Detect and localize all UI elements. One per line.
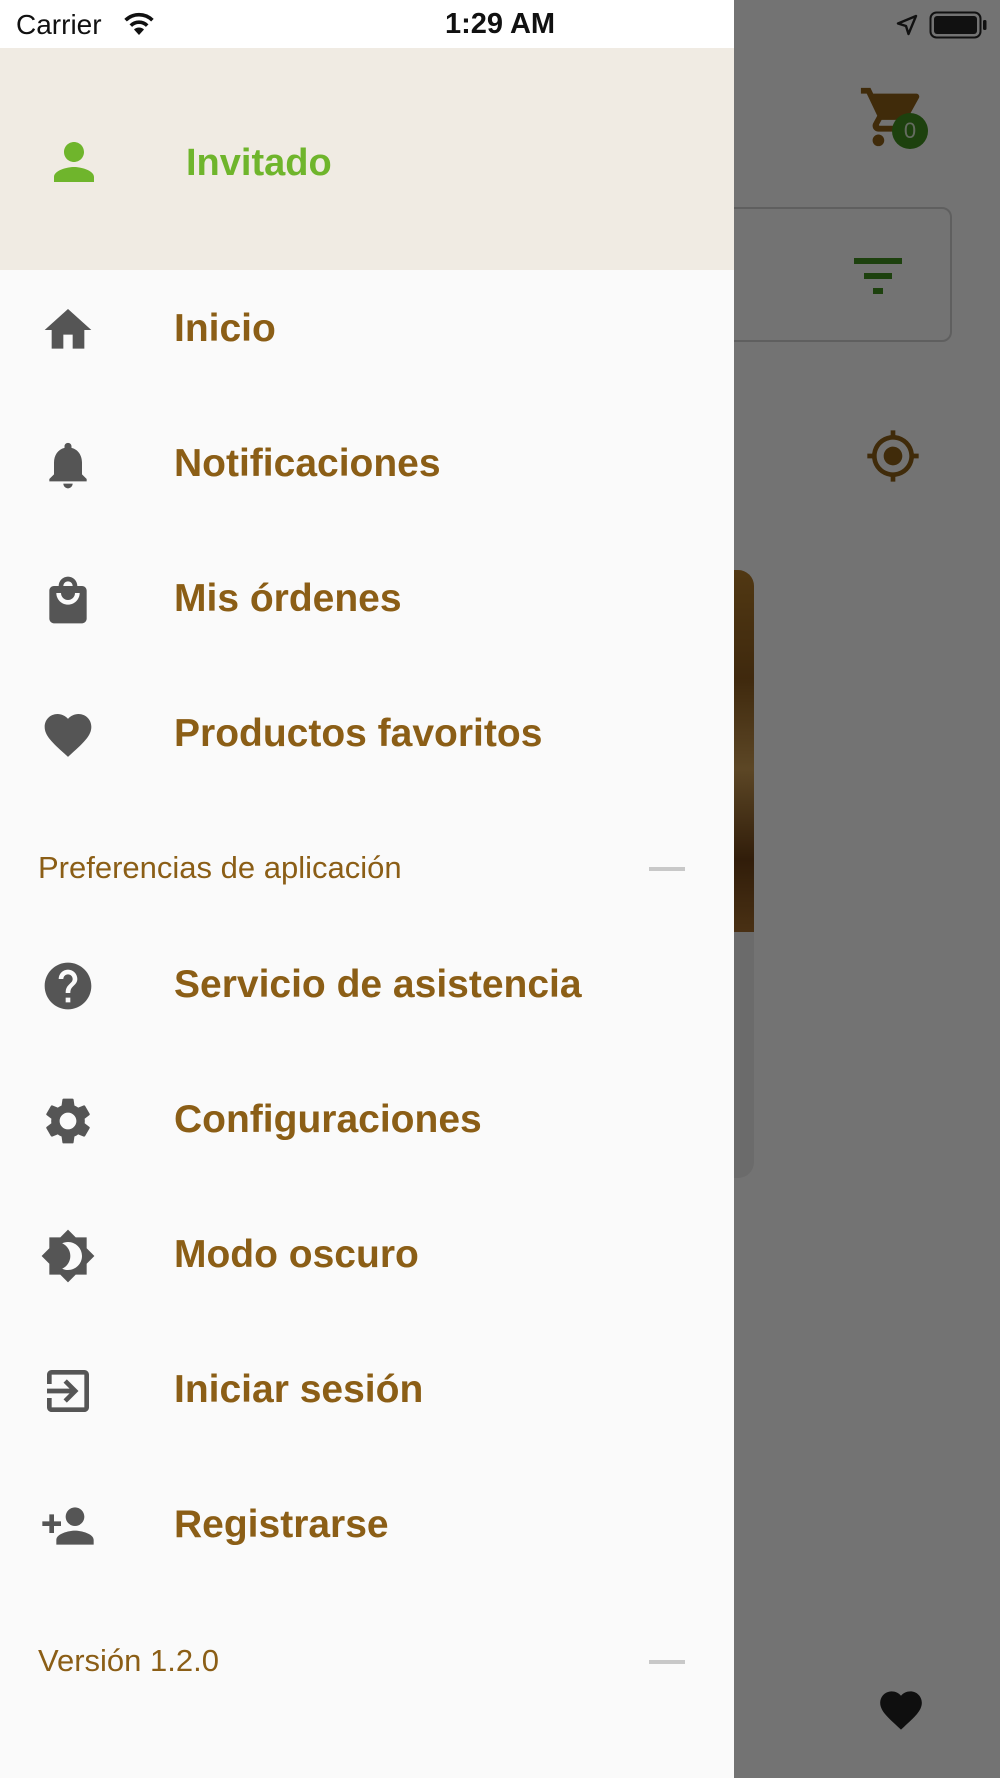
menu-item-modo-oscuro[interactable]: Modo oscuro [0, 1196, 734, 1316]
navigation-drawer: Invitado Inicio Notificaciones Mis órden… [0, 48, 734, 1778]
preferences-section-header[interactable]: Preferencias de aplicación [0, 828, 734, 908]
menu-label-notificaciones: Notificaciones [174, 442, 441, 485]
menu-item-registrarse[interactable]: Registrarse [0, 1466, 734, 1586]
menu-label-servicio-de-asistencia: Servicio de asistencia [174, 963, 582, 1006]
menu-item-mis-ordenes[interactable]: Mis órdenes [0, 540, 734, 660]
preferences-section-label: Preferencias de aplicación [38, 850, 402, 885]
menu-label-modo-oscuro: Modo oscuro [174, 1233, 419, 1276]
version-dash [649, 1660, 685, 1664]
menu-item-productos-favoritos[interactable]: Productos favoritos [0, 675, 734, 795]
menu-label-inicio: Inicio [174, 307, 276, 350]
collapse-dash [649, 867, 685, 871]
menu-label-registrarse: Registrarse [174, 1503, 389, 1546]
drawer-header[interactable]: Invitado [0, 48, 734, 270]
shopping-bag-icon [49, 576, 87, 624]
heart-icon [44, 714, 92, 757]
status-bar: Carrier [0, 0, 734, 48]
battery-icon [929, 11, 987, 39]
login-icon [47, 1370, 89, 1412]
help-icon [44, 962, 92, 1010]
version-section[interactable]: Versión 1.2.0 [0, 1621, 734, 1701]
home-icon [44, 309, 92, 349]
menu-item-servicio-de-asistencia[interactable]: Servicio de asistencia [0, 926, 734, 1046]
person-icon [54, 142, 94, 182]
location-arrow-icon [896, 14, 918, 36]
person-add-icon [42, 1507, 94, 1545]
menu-label-iniciar-sesion: Iniciar sesión [174, 1368, 424, 1411]
gear-icon [46, 1098, 90, 1144]
menu-item-notificaciones[interactable]: Notificaciones [0, 405, 734, 525]
version-label: Versión 1.2.0 [38, 1643, 219, 1678]
menu-label-mis-ordenes: Mis órdenes [174, 577, 402, 620]
user-name: Invitado [186, 142, 332, 184]
menu-item-iniciar-sesion[interactable]: Iniciar sesión [0, 1331, 734, 1451]
menu-label-configuraciones: Configuraciones [174, 1098, 482, 1141]
wifi-icon [124, 12, 154, 35]
brightness-icon [41, 1229, 95, 1283]
menu-item-inicio[interactable]: Inicio [0, 270, 734, 390]
carrier-label: Carrier [16, 9, 102, 40]
menu-label-productos-favoritos: Productos favoritos [174, 712, 543, 755]
menu-item-configuraciones[interactable]: Configuraciones [0, 1061, 734, 1181]
bell-icon [49, 442, 87, 489]
